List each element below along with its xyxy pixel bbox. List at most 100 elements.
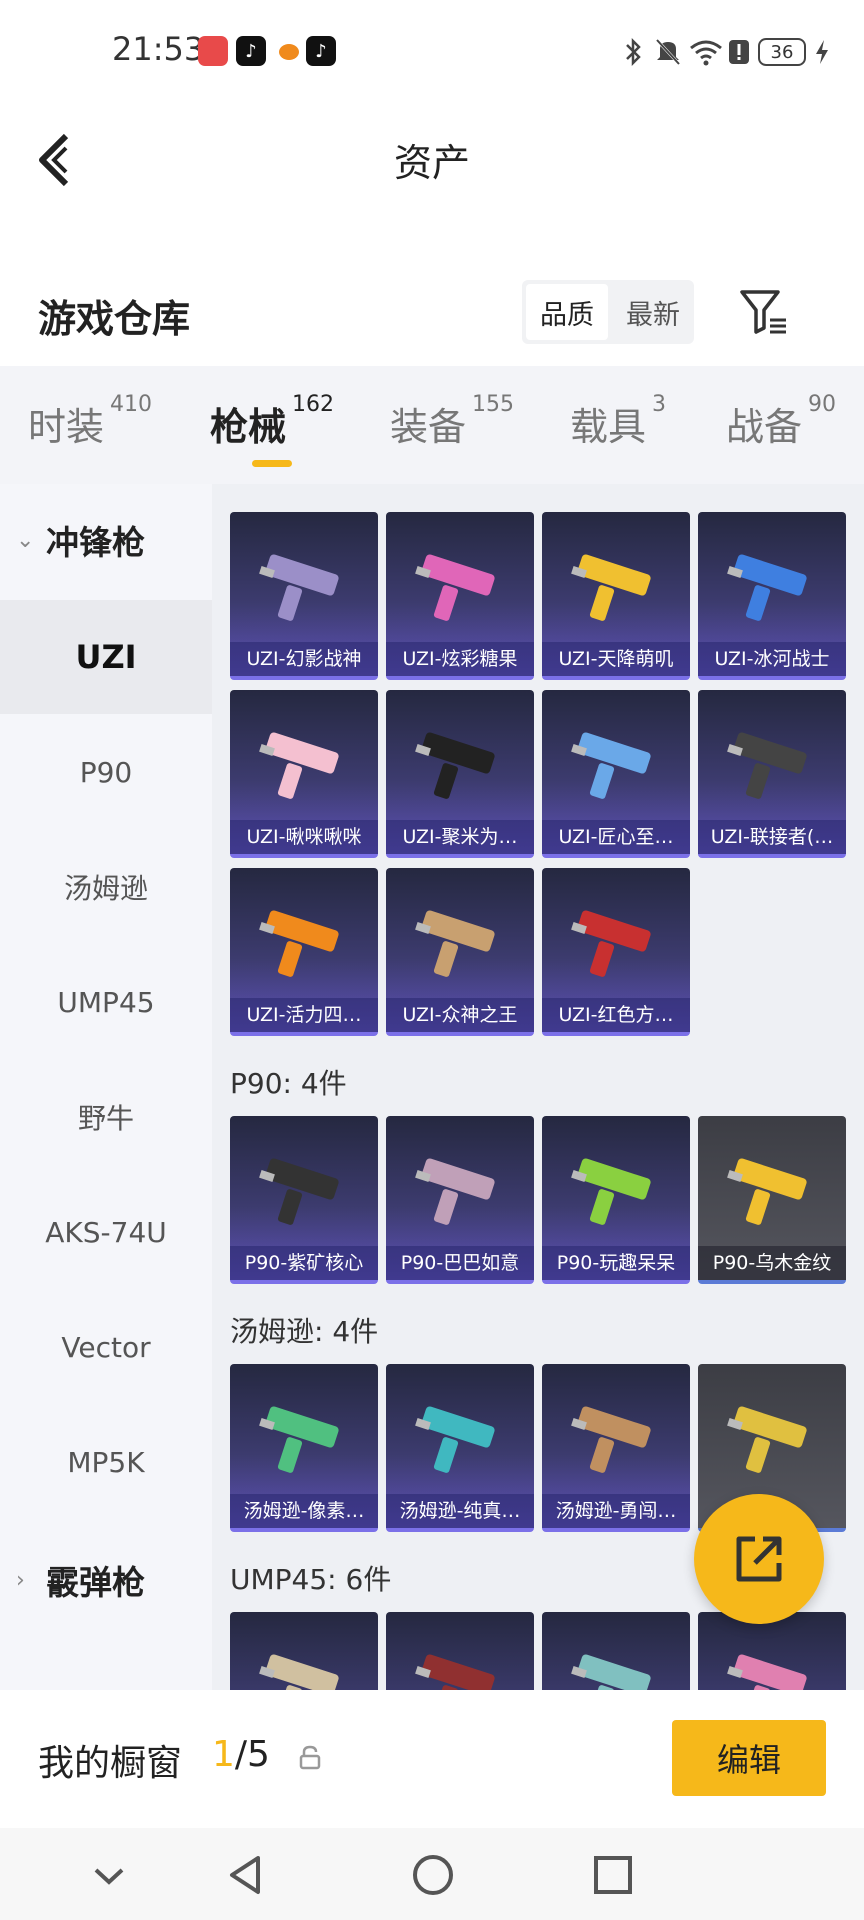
skin-card[interactable] bbox=[542, 1612, 690, 1690]
uzi-skin-image bbox=[720, 720, 824, 810]
uzi-skin-image bbox=[252, 898, 356, 988]
huawei-app-icon bbox=[198, 36, 228, 66]
group-label-ump45: UMP45: 6件 bbox=[230, 1563, 392, 1596]
collapse-nav-button[interactable] bbox=[84, 1850, 134, 1900]
tab-guns[interactable]: 枪械162 bbox=[210, 392, 334, 451]
thompson-skin-image bbox=[720, 1394, 824, 1484]
skin-card[interactable]: P90-巴巴如意 bbox=[386, 1116, 534, 1284]
skin-card[interactable]: 汤姆逊-像素… bbox=[230, 1364, 378, 1532]
skin-name: 汤姆逊-勇闯… bbox=[542, 1494, 690, 1528]
app-header: 资产 bbox=[0, 104, 864, 216]
tab-label: 装备 bbox=[390, 405, 467, 449]
tab-fashion[interactable]: 时装410 bbox=[28, 392, 152, 451]
edit-button[interactable]: 编辑 bbox=[672, 1720, 826, 1796]
lock-icon bbox=[298, 1744, 322, 1770]
thompson-skin-image bbox=[408, 1394, 512, 1484]
bluetooth-icon bbox=[622, 36, 646, 68]
ump45-skin-image bbox=[564, 1642, 668, 1690]
skin-card[interactable]: UZI-啾咪啾咪 bbox=[230, 690, 378, 858]
showcase-count-current: 1 bbox=[212, 1734, 235, 1775]
uzi-skin-image bbox=[564, 720, 668, 810]
skin-card[interactable]: UZI-红色方… bbox=[542, 868, 690, 1036]
skin-card[interactable]: UZI-幻影战神 bbox=[230, 512, 378, 680]
skin-name: UZI-幻影战神 bbox=[230, 642, 378, 676]
mute-bell-icon bbox=[652, 36, 684, 68]
skin-card[interactable]: P90-乌木金纹 bbox=[698, 1116, 846, 1284]
sort-toggle: 品质 最新 bbox=[522, 280, 694, 344]
tab-count: 3 bbox=[652, 392, 667, 417]
thompson-skin-image bbox=[564, 1394, 668, 1484]
filter-button[interactable] bbox=[736, 284, 792, 340]
status-bar: 21:53 ♪ ♪ 36 bbox=[0, 0, 864, 104]
sidebar-item-aks74u[interactable]: AKS-74U bbox=[0, 1175, 212, 1289]
sidebar-item-p90[interactable]: P90 bbox=[0, 715, 212, 829]
skin-card[interactable] bbox=[698, 1612, 846, 1690]
tab-label: 战备 bbox=[726, 405, 803, 449]
group-label-p90: P90: 4件 bbox=[230, 1067, 347, 1100]
showcase-title: 我的橱窗 bbox=[38, 1743, 183, 1784]
p90-skin-image bbox=[720, 1146, 824, 1236]
tab-supplies[interactable]: 战备90 bbox=[726, 392, 836, 451]
tab-label: 载具 bbox=[570, 405, 647, 449]
uzi-skin-image bbox=[252, 720, 356, 810]
skin-card[interactable]: P90-紫矿核心 bbox=[230, 1116, 378, 1284]
sidebar-item-mp5k[interactable]: MP5K bbox=[0, 1405, 212, 1519]
showcase-count: 1/5 bbox=[212, 1734, 270, 1775]
skin-card[interactable]: UZI-炫彩糖果 bbox=[386, 512, 534, 680]
tab-count: 162 bbox=[292, 392, 335, 417]
skin-card[interactable]: UZI-众神之王 bbox=[386, 868, 534, 1036]
skin-card[interactable] bbox=[230, 1612, 378, 1690]
category-label: 冲锋枪 bbox=[46, 523, 145, 562]
sidebar-item-uzi[interactable]: UZI bbox=[0, 600, 212, 714]
skin-card[interactable]: P90-玩趣呆呆 bbox=[542, 1116, 690, 1284]
tab-vehicles[interactable]: 载具3 bbox=[570, 392, 666, 451]
p90-skin-image bbox=[408, 1146, 512, 1236]
uzi-skin-image bbox=[564, 542, 668, 632]
sidebar-item-bizon[interactable]: 野牛 bbox=[0, 1060, 212, 1174]
skin-card[interactable]: UZI-聚米为… bbox=[386, 690, 534, 858]
wifi-icon bbox=[688, 36, 724, 68]
tab-equipment[interactable]: 装备155 bbox=[390, 392, 514, 451]
sort-newest-button[interactable]: 最新 bbox=[612, 280, 694, 344]
tab-indicator bbox=[252, 460, 292, 467]
skin-name: 汤姆逊-像素… bbox=[230, 1494, 378, 1528]
recents-nav-button[interactable] bbox=[588, 1850, 638, 1900]
battery-indicator: 36 bbox=[758, 38, 806, 66]
skin-card[interactable]: UZI-匠心至… bbox=[542, 690, 690, 858]
showcase-bar: 我的橱窗 1/5 编辑 bbox=[0, 1690, 864, 1828]
skin-name: P90-乌木金纹 bbox=[698, 1246, 846, 1280]
uzi-skin-image bbox=[408, 898, 512, 988]
sidebar-item-ump45[interactable]: UMP45 bbox=[0, 945, 212, 1059]
page-title: 资产 bbox=[393, 141, 470, 185]
sidebar-category-shotgun[interactable]: › 霰弹枪 bbox=[0, 1524, 212, 1636]
circle-home-icon bbox=[413, 1855, 453, 1895]
section-title: 游戏仓库 bbox=[38, 297, 191, 341]
skin-name: UZI-众神之王 bbox=[386, 998, 534, 1032]
sidebar-item-vector[interactable]: Vector bbox=[0, 1290, 212, 1404]
share-icon bbox=[736, 1536, 782, 1582]
tab-count: 410 bbox=[110, 392, 153, 417]
skin-card[interactable]: 汤姆逊-勇闯… bbox=[542, 1364, 690, 1532]
skin-card[interactable]: UZI-冰河战士 bbox=[698, 512, 846, 680]
uzi-skin-image bbox=[564, 898, 668, 988]
triangle-back-icon bbox=[230, 1856, 260, 1894]
home-nav-button[interactable] bbox=[408, 1850, 458, 1900]
skin-card[interactable] bbox=[386, 1612, 534, 1690]
skin-card[interactable]: UZI-联接者(… bbox=[698, 690, 846, 858]
skin-name: UZI-冰河战士 bbox=[698, 642, 846, 676]
chevron-right-icon: › bbox=[16, 1567, 25, 1593]
back-nav-button[interactable] bbox=[222, 1850, 272, 1900]
share-fab[interactable] bbox=[694, 1494, 824, 1624]
tab-count: 90 bbox=[808, 392, 837, 417]
uzi-skin-image bbox=[408, 720, 512, 810]
uzi-skin-image bbox=[252, 542, 356, 632]
skin-card[interactable]: UZI-天降萌叽 bbox=[542, 512, 690, 680]
sort-quality-button[interactable]: 品质 bbox=[526, 284, 608, 340]
tiktok-icon: ♪ bbox=[306, 36, 336, 66]
ump45-skin-image bbox=[408, 1642, 512, 1690]
p90-skin-image bbox=[564, 1146, 668, 1236]
sidebar-item-thompson[interactable]: 汤姆逊 bbox=[0, 830, 212, 944]
sidebar-category-smg[interactable]: ⌄ 冲锋枪 bbox=[0, 484, 212, 596]
skin-card[interactable]: 汤姆逊-纯真… bbox=[386, 1364, 534, 1532]
skin-card[interactable]: UZI-活力四… bbox=[230, 868, 378, 1036]
